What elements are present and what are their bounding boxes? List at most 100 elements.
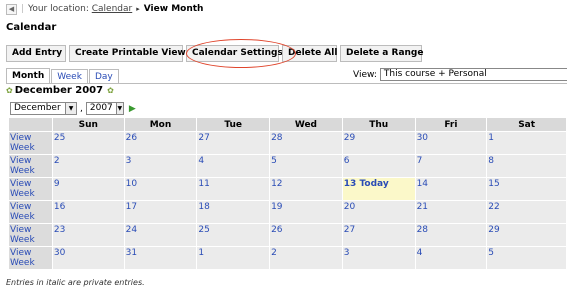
day-cell: 28	[414, 223, 488, 247]
day-link[interactable]: 31	[126, 248, 137, 258]
day-link[interactable]: 1	[488, 133, 494, 143]
day-link[interactable]: 11	[198, 179, 209, 189]
day-link[interactable]: 12	[271, 179, 282, 189]
day-link[interactable]: 4	[198, 156, 204, 166]
day-link[interactable]: 2	[54, 156, 60, 166]
day-cell: 10	[123, 177, 198, 201]
tab-day[interactable]: Day	[88, 69, 119, 84]
day-link[interactable]: 27	[344, 225, 355, 235]
day-link[interactable]: 10	[126, 179, 137, 189]
calendar-grid: Sun Mon Tue Wed Thu Fri Sat View Week 25…	[8, 117, 567, 270]
view-week-cell: View Week	[8, 200, 53, 224]
day-link[interactable]: 17	[126, 202, 137, 212]
day-link[interactable]: 14	[417, 179, 428, 189]
day-cell: 5	[269, 154, 343, 178]
month-heading-text: December 2007	[14, 85, 104, 96]
view-week-link[interactable]: View Week	[10, 156, 35, 176]
calendar-week-row: View Week 2 3 4 5 6 7 8	[8, 154, 567, 178]
day-cell: 9	[51, 177, 125, 201]
day-link[interactable]: 5	[488, 248, 494, 258]
next-month-icon[interactable]: ✿	[107, 86, 114, 95]
go-arrow-icon[interactable]: ▶	[129, 104, 136, 114]
month-heading: ✿ December 2007 ✿	[6, 85, 114, 96]
day-cell: 26	[269, 223, 343, 247]
today-link[interactable]: 13 Today	[344, 179, 389, 189]
day-cell: 27	[196, 131, 271, 155]
month-select[interactable]: December ▼	[10, 102, 77, 115]
day-link[interactable]: 3	[344, 248, 350, 258]
page-title: Calendar	[6, 22, 57, 33]
day-link[interactable]: 29	[488, 225, 499, 235]
day-link[interactable]: 2	[271, 248, 277, 258]
day-link[interactable]: 25	[198, 225, 209, 235]
breadcrumb-calendar-link[interactable]: Calendar	[92, 4, 132, 14]
toolbar: Add Entry Create Printable View Calendar…	[6, 45, 425, 62]
day-cell: 2	[269, 246, 343, 270]
delete-range-button[interactable]: Delete a Range	[340, 45, 423, 62]
day-cell: 21	[414, 200, 488, 224]
day-link[interactable]: 22	[488, 202, 499, 212]
day-cell: 15	[486, 177, 567, 201]
prev-month-icon[interactable]: ✿	[6, 86, 13, 95]
day-cell: 4	[414, 246, 488, 270]
weekday-header: Fri	[414, 117, 488, 132]
view-week-link[interactable]: View Week	[10, 225, 35, 245]
day-link[interactable]: 4	[417, 248, 423, 258]
year-select[interactable]: 2007 ▼	[85, 102, 124, 115]
day-link[interactable]: 24	[126, 225, 137, 235]
day-link[interactable]: 30	[417, 133, 428, 143]
chevron-down-icon[interactable]: ▼	[65, 103, 76, 114]
tab-month[interactable]: Month	[6, 68, 51, 84]
day-cell: 1	[486, 131, 567, 155]
view-week-link[interactable]: View Week	[10, 179, 35, 199]
breadcrumb-prefix: Your location:	[28, 4, 89, 14]
day-cell: 3	[341, 246, 416, 270]
delete-all-button[interactable]: Delete All	[282, 45, 337, 62]
day-cell: 3	[123, 154, 198, 178]
day-link[interactable]: 7	[417, 156, 423, 166]
create-printable-view-button[interactable]: Create Printable View	[69, 45, 186, 62]
add-entry-button[interactable]: Add Entry	[6, 45, 66, 62]
day-link[interactable]: 29	[344, 133, 355, 143]
weekday-header: Sun	[51, 117, 125, 132]
view-week-cell: View Week	[8, 246, 53, 270]
chevron-down-icon[interactable]: ▼	[115, 103, 123, 114]
weekday-header: Tue	[196, 117, 271, 132]
day-cell: 22	[486, 200, 567, 224]
day-cell: 26	[123, 131, 198, 155]
day-link[interactable]: 5	[271, 156, 277, 166]
day-link[interactable]: 26	[126, 133, 137, 143]
day-link[interactable]: 25	[54, 133, 65, 143]
day-link[interactable]: 1	[198, 248, 204, 258]
day-link[interactable]: 20	[344, 202, 355, 212]
day-link[interactable]: 26	[271, 225, 282, 235]
view-week-cell: View Week	[8, 154, 53, 178]
view-week-link[interactable]: View Week	[10, 133, 35, 153]
day-cell: 8	[486, 154, 567, 178]
day-cell: 4	[196, 154, 271, 178]
day-link[interactable]: 6	[344, 156, 350, 166]
day-link[interactable]: 30	[54, 248, 65, 258]
day-link[interactable]: 18	[198, 202, 209, 212]
view-week-link[interactable]: View Week	[10, 202, 35, 222]
tab-week[interactable]: Week	[51, 69, 88, 84]
view-week-link[interactable]: View Week	[10, 248, 35, 268]
view-week-cell: View Week	[8, 177, 53, 201]
day-link[interactable]: 28	[417, 225, 428, 235]
back-arrow-icon[interactable]: ◀	[6, 3, 17, 15]
day-link[interactable]: 19	[271, 202, 282, 212]
day-cell: 27	[341, 223, 416, 247]
calendar-settings-button[interactable]: Calendar Settings	[186, 45, 283, 62]
day-link[interactable]: 21	[417, 202, 428, 212]
day-link[interactable]: 16	[54, 202, 65, 212]
day-cell: 18	[196, 200, 271, 224]
view-select[interactable]: This course + Personal ▼	[379, 68, 567, 81]
day-link[interactable]: 9	[54, 179, 60, 189]
day-link[interactable]: 27	[198, 133, 209, 143]
day-link[interactable]: 28	[271, 133, 282, 143]
day-link[interactable]: 3	[126, 156, 132, 166]
day-link[interactable]: 15	[488, 179, 499, 189]
day-link[interactable]: 8	[488, 156, 494, 166]
day-cell: 25	[196, 223, 271, 247]
day-link[interactable]: 23	[54, 225, 65, 235]
